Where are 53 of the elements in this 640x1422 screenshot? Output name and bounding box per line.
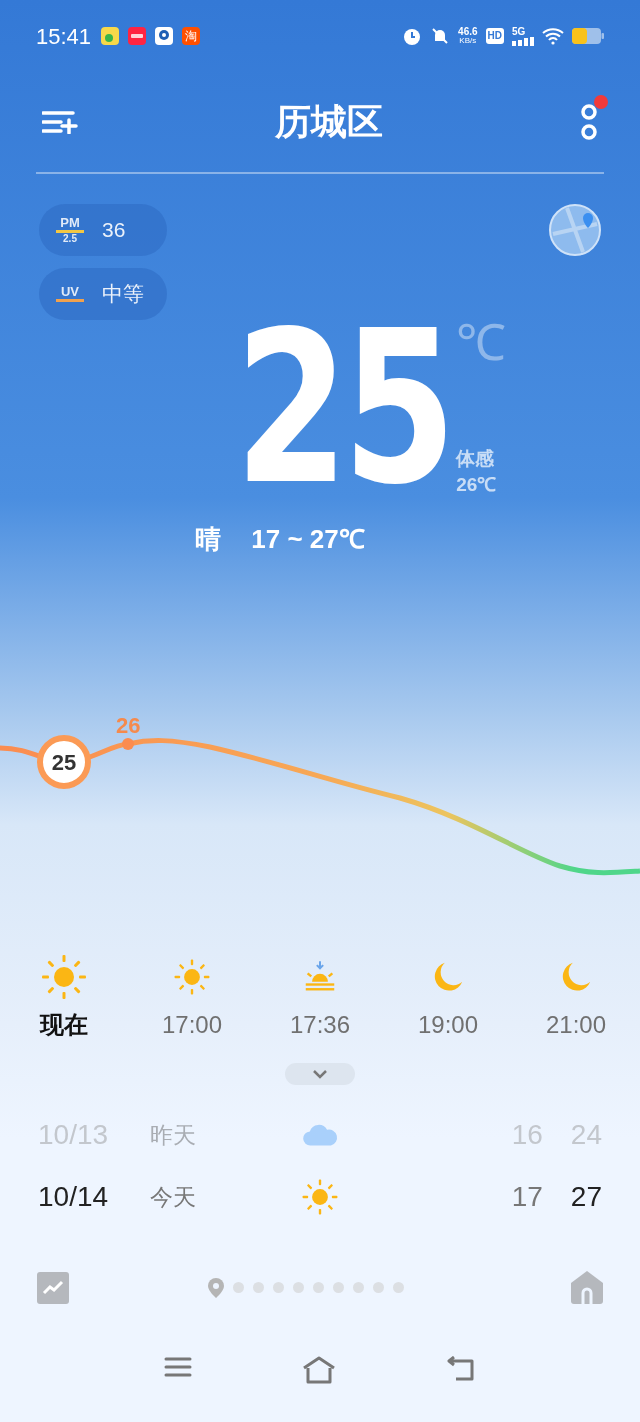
forecast-day: 今天 (150, 1179, 196, 1215)
temperature-range: 17 ~ 27℃ (251, 523, 365, 556)
hour-label[interactable]: 21:00 (545, 1007, 607, 1043)
current-temperature: 25 (234, 314, 451, 504)
city-title: 历城区 (274, 100, 384, 144)
weather-condition: 晴 (195, 523, 222, 556)
menu-icon[interactable] (164, 1356, 192, 1378)
forecast-day: 昨天 (150, 1117, 196, 1153)
hour-label[interactable]: 17:36 (289, 1007, 351, 1043)
forecast-date: 10/14 (38, 1180, 110, 1214)
music-app-icon (101, 27, 120, 45)
daily-forecast-row[interactable]: 10/14 今天 17 27 (38, 1173, 602, 1221)
current-temp-marker: 25 (37, 735, 91, 789)
forecast-low: 17 (511, 1180, 543, 1214)
hd-badge: HD (485, 28, 504, 44)
wifi-icon (542, 27, 564, 45)
hour-label[interactable]: 19:00 (417, 1007, 479, 1043)
air-quality-pill[interactable]: PM 2.5 36 (39, 204, 167, 256)
air-quality-pill[interactable]: UV 中等 (39, 268, 167, 320)
add-city-icon[interactable] (42, 110, 78, 134)
alarm-icon (402, 26, 423, 46)
hour-label[interactable]: 17:00 (161, 1007, 223, 1043)
forecast-high: 27 (570, 1180, 602, 1214)
expand-button[interactable] (285, 1063, 355, 1085)
index-label: UV (60, 285, 80, 298)
app-icon: 淘 (182, 27, 201, 45)
house-icon[interactable] (571, 1271, 603, 1304)
more-options-icon[interactable] (580, 103, 598, 141)
index-sublabel: 2.5 (63, 234, 77, 244)
index-value: 中等 (102, 281, 144, 308)
chevron-down-icon (312, 1069, 328, 1079)
sun-icon (173, 958, 211, 996)
location-pin-icon[interactable] (208, 1277, 224, 1298)
index-value: 36 (102, 217, 126, 244)
status-time: 15:41 (36, 22, 92, 51)
speed-unit: KB/s (459, 37, 477, 45)
sun-icon (301, 1178, 339, 1216)
peak-temp-label: 26 (116, 712, 141, 740)
battery-icon (572, 28, 604, 44)
feels-like-value: 26℃ (456, 473, 498, 497)
sun-icon (40, 953, 88, 1001)
hour-label[interactable]: 现在 (40, 1007, 88, 1043)
feels-like-label: 体感 (456, 447, 496, 471)
home-icon[interactable] (302, 1356, 336, 1384)
temperature-unit: ℃ (456, 318, 507, 368)
map-icon[interactable] (549, 204, 601, 256)
signal-icon (512, 36, 534, 46)
app-icon (155, 27, 174, 45)
back-icon[interactable] (446, 1356, 476, 1382)
trend-chart-icon[interactable] (37, 1271, 69, 1304)
network-type: 5G (512, 26, 527, 37)
network-speed: 46.6 (458, 27, 478, 37)
index-label: PM (60, 216, 80, 229)
